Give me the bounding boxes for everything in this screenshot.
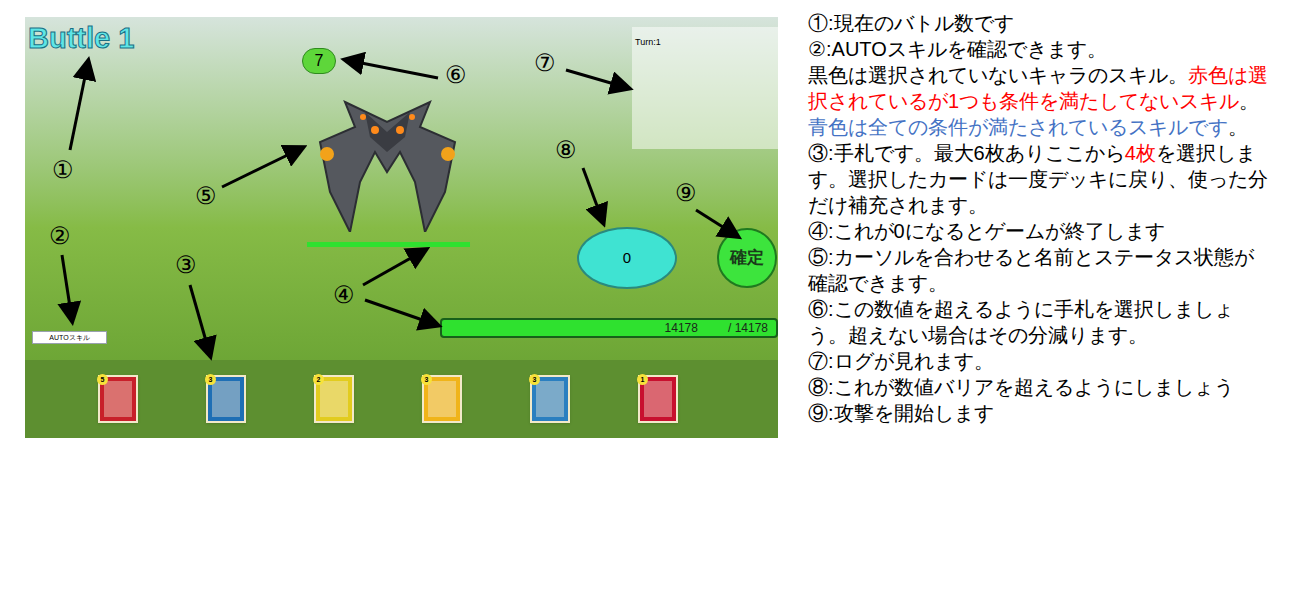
explanation-paragraph: ②:AUTOスキルを確認できます。 [808, 36, 1270, 62]
tutorial-page: 5 3 2 3 3 1 Buttle 1 7 Turn:1 0 確定 AUTOスキル 14178 / 14… [0, 0, 1294, 599]
explanation-text: ③:手札です。最大6枚ありここから [808, 142, 1125, 164]
explanation-paragraph: ⑥:この数値を超えるように手札を選択しましょう。超えない場合はその分減ります。 [808, 296, 1270, 348]
explanation-paragraph: ③:手札です。最大6枚ありここから4枚を選択します。選択したカードは一度デッキに… [808, 140, 1270, 218]
explanation-panel: ①:現在のバトル数です②:AUTOスキルを確認できます。黒色は選択されていないキ… [808, 0, 1270, 426]
explanation-item: ⑦:ログが見れます。 [808, 348, 1270, 374]
explanation-text: ⑦:ログが見れます。 [808, 350, 994, 372]
attack-value: 0 [577, 227, 677, 289]
auto-skill-button[interactable]: AUTOスキル [32, 331, 107, 344]
explanation-item: ⑥:この数値を超えるように手札を選択しましょう。超えない場合はその分減ります。 [808, 296, 1270, 348]
enemy-monster-icon[interactable] [305, 82, 470, 232]
annotation-label: ① [52, 156, 74, 184]
annotation-label: ⑥ [445, 61, 467, 89]
card-cost-badge: 1 [637, 374, 648, 385]
hp-max: / 14178 [728, 320, 768, 336]
explanation-paragraph: ⑨:攻撃を開始します [808, 400, 1270, 426]
card-cost-badge: 3 [529, 374, 540, 385]
explanation-paragraph: ①:現在のバトル数です [808, 10, 1270, 36]
explanation-text: ④:これが0になるとゲームが終了します [808, 220, 1165, 242]
card-art [536, 381, 564, 417]
explanation-paragraph: ⑧:これが数値バリアを超えるようにしましょう [808, 374, 1270, 400]
card-cost-badge: 3 [421, 374, 432, 385]
explanation-text: 4枚 [1125, 142, 1156, 164]
annotation-label: ⑨ [675, 179, 697, 207]
player-hp-bar: 14178 / 14178 [440, 318, 778, 338]
enemy-hp-fill [307, 242, 470, 247]
enemy-hp-bar [307, 242, 470, 247]
annotation-label: ⑧ [555, 136, 577, 164]
explanation-text: ⑤:カーソルを合わせると名前とステータス状態が確認できます。 [808, 246, 1254, 294]
card-cost-badge: 3 [205, 374, 216, 385]
explanation-paragraph: ④:これが0になるとゲームが終了します [808, 218, 1270, 244]
card-cost-badge: 5 [97, 374, 108, 385]
explanation-text: 青色は全ての条件が満たされているスキルです [808, 116, 1228, 138]
explanation-text: ⑨:攻撃を開始します [808, 402, 994, 424]
explanation-text: ①:現在のバトル数です [808, 12, 1014, 34]
explanation-text: ②:AUTOスキルを確認できます。 [808, 38, 1107, 60]
card-art [644, 381, 672, 417]
annotation-label: ③ [175, 251, 197, 279]
explanation-paragraph: 黒色は選択されていないキャラのスキル。赤色は選択されているが1つも条件を満たして… [808, 62, 1270, 140]
hand-card[interactable]: 3 [422, 375, 462, 423]
explanation-paragraph: ⑦:ログが見れます。 [808, 348, 1270, 374]
player-hp-text: 14178 / 14178 [442, 320, 776, 336]
game-screen: 5 3 2 3 3 1 Buttle 1 7 Turn:1 0 確定 AUTOスキル 14178 / 14… [25, 17, 778, 438]
player-hp-fill [442, 320, 776, 336]
hand-card[interactable]: 2 [314, 375, 354, 423]
card-art [212, 381, 240, 417]
hand-card[interactable]: 3 [530, 375, 570, 423]
hand-card[interactable]: 5 [98, 375, 138, 423]
game-area-wrapper: 5 3 2 3 3 1 Buttle 1 7 Turn:1 0 確定 AUTOスキル 14178 / 14… [0, 0, 778, 438]
explanation-text: ⑥:この数値を超えるように手札を選択しましょう。超えない場合はその分減ります。 [808, 298, 1234, 346]
explanation-item: ⑧:これが数値バリアを超えるようにしましょう [808, 374, 1270, 400]
hand-card[interactable]: 1 [638, 375, 678, 423]
log-text: Turn:1 [635, 37, 661, 47]
hp-current: 14178 [665, 320, 710, 336]
explanation-text: ⑧:これが数値バリアを超えるようにしましょう [808, 376, 1234, 398]
explanation-item: ⑤:カーソルを合わせると名前とステータス状態が確認できます。 [808, 244, 1270, 296]
explanation-text: 。 [1228, 116, 1248, 138]
card-art [104, 381, 132, 417]
annotation-label: ② [49, 222, 71, 250]
annotation-label: ④ [333, 281, 355, 309]
explanation-item: ⑨:攻撃を開始します [808, 400, 1270, 426]
card-art [320, 381, 348, 417]
log-panel[interactable]: Turn:1 [632, 27, 778, 149]
explanation-text: 黒色は選択されていないキャラのスキル。 [808, 64, 1188, 86]
annotation-label: ⑤ [195, 182, 217, 210]
card-art [428, 381, 456, 417]
explanation-item: ②:AUTOスキルを確認できます。黒色は選択されていないキャラのスキル。赤色は選… [808, 36, 1270, 140]
hand-card[interactable]: 3 [206, 375, 246, 423]
annotation-arrows-icon [25, 17, 778, 438]
explanation-item: ③:手札です。最大6枚ありここから4枚を選択します。選択したカードは一度デッキに… [808, 140, 1270, 218]
card-cost-badge: 2 [313, 374, 324, 385]
explanation-text: 。 [1239, 90, 1259, 112]
explanation-item: ④:これが0になるとゲームが終了します [808, 218, 1270, 244]
annotation-label: ⑦ [534, 49, 556, 77]
battle-title: Buttle 1 [28, 20, 134, 56]
explanation-paragraph: ⑤:カーソルを合わせると名前とステータス状態が確認できます。 [808, 244, 1270, 296]
barrier-value: 7 [302, 48, 336, 74]
explanation-item: ①:現在のバトル数です [808, 10, 1270, 36]
confirm-button[interactable]: 確定 [717, 228, 777, 288]
hand-strip: 5 3 2 3 3 1 [25, 360, 778, 438]
